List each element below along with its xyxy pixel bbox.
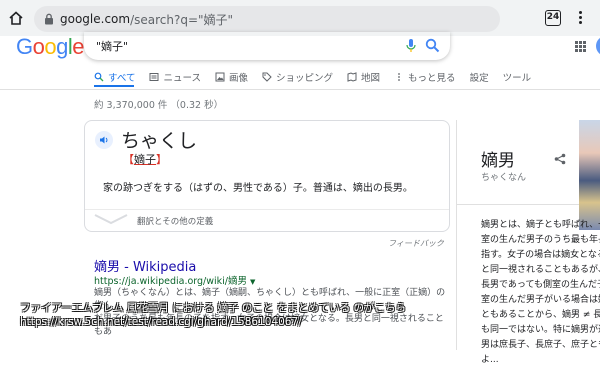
- tab-more[interactable]: もっと見る: [394, 68, 456, 86]
- bracket-close: 】: [156, 153, 167, 166]
- kp-line: 男は庶長子、長庶子、庶子とも: [481, 340, 600, 350]
- tab-label: ショッピング: [276, 73, 334, 84]
- result-url-text: https://ja.wikipedia.org/wiki/嫡男: [94, 276, 248, 287]
- tab-label: 画像: [229, 73, 249, 84]
- avatar[interactable]: [596, 36, 600, 56]
- tab-switcher-button[interactable]: 24: [545, 10, 561, 26]
- apps-grid-icon[interactable]: [575, 41, 587, 53]
- browser-toolbar: google.com/search?q="嫡子" 24: [0, 0, 600, 36]
- tab-shopping[interactable]: ショッピング: [262, 68, 333, 86]
- header-divider: [0, 89, 600, 90]
- tab-label: 地図: [361, 73, 381, 84]
- tab-settings[interactable]: 設定: [470, 68, 489, 86]
- more-definitions-link[interactable]: 翻訳とその他の定義: [137, 215, 213, 227]
- url-path: /search?q="嫡子": [130, 12, 234, 27]
- feedback-link[interactable]: フィードバック: [388, 238, 444, 249]
- chevron-down-icon[interactable]: [93, 213, 129, 225]
- kp-line: と同一視されることもあるが、: [481, 265, 600, 275]
- kp-line: 嫡男とは、嫡子とも呼ばれ、一般: [481, 220, 600, 230]
- dictionary-reading: ちゃくし: [121, 130, 198, 152]
- dictionary-card: ちゃくし 【嫡子】 家の跡つぎをする（はずの、男性である）子。普通は、嫡出の長男…: [84, 120, 450, 232]
- mic-icon[interactable]: [406, 39, 416, 53]
- tab-label: ツール: [502, 73, 532, 84]
- search-query: "嫡子": [96, 40, 129, 53]
- tab-label: ニュース: [163, 73, 201, 84]
- lock-icon: [45, 13, 53, 25]
- card-divider: [85, 209, 449, 210]
- kp-line: 室の生んだ男子のうち最も年長の: [481, 235, 600, 245]
- url-host: google.com: [60, 12, 131, 26]
- pronounce-button[interactable]: [95, 131, 113, 149]
- result-stats: 約 3,370,000 件 （0.32 秒）: [94, 100, 224, 111]
- dropdown-arrow-icon[interactable]: ▼: [250, 278, 255, 286]
- google-logo[interactable]: Google: [16, 34, 85, 60]
- kp-line: 指す。女子の場合は嫡女となる。: [481, 250, 600, 260]
- bracket-open: 【: [123, 153, 134, 166]
- dictionary-kanji: 【嫡子】: [123, 151, 167, 167]
- search-icon[interactable]: [425, 38, 440, 53]
- kp-line: 長男であっても側室の生んだ子: [481, 280, 600, 290]
- more-icon: [398, 73, 400, 81]
- kp-image[interactable]: [579, 120, 600, 230]
- tab-maps[interactable]: 地図: [347, 68, 380, 86]
- address-bar[interactable]: google.com/search?q="嫡子": [34, 6, 500, 32]
- tab-images[interactable]: 画像: [215, 68, 248, 86]
- kp-divider: [457, 204, 579, 205]
- tab-all[interactable]: すべて: [94, 68, 135, 86]
- news-icon: [149, 73, 159, 81]
- kp-line: も同一ではない。特に嫡男が選: [481, 325, 600, 335]
- search-input[interactable]: "嫡子": [84, 32, 450, 60]
- speaker-icon: [100, 136, 108, 144]
- overlay-caption: ファイアーエムブレム 風花雪月 における 嫡子 のこと をまとめている のがこち…: [20, 301, 406, 329]
- kp-subtitle: ちゃくなん: [481, 173, 527, 183]
- kp-line: ともあることから、嫡男 ≠ 長男: [481, 310, 600, 320]
- tab-tools[interactable]: ツール: [503, 68, 532, 86]
- search-icon: [94, 72, 104, 82]
- tab-label: すべて: [108, 73, 136, 84]
- caption-line: ファイアーエムブレム 風花雪月 における 嫡子 のこと をまとめている のがこち…: [20, 302, 407, 314]
- home-icon[interactable]: [8, 10, 24, 26]
- tag-icon: [262, 72, 272, 82]
- kp-line: よ...: [481, 355, 499, 365]
- active-tab-indicator: [94, 85, 134, 87]
- search-tabs: すべて ニュース 画像 ショッピング 地図 もっと見る 設定 ツール: [94, 68, 545, 86]
- kanji-link[interactable]: 嫡子: [134, 153, 156, 166]
- dictionary-definition: 家の跡つぎをする（はずの、男性である）子。普通は、嫡出の長男。: [103, 183, 413, 194]
- image-icon: [215, 72, 225, 82]
- result-url[interactable]: https://ja.wikipedia.org/wiki/嫡男 ▼: [94, 273, 255, 287]
- caption-url: https://krsw.5ch.net/test/read.cgi/ghard…: [20, 316, 302, 328]
- share-icon[interactable]: [554, 153, 566, 165]
- knowledge-panel: 嫡男 ちゃくなん 嫡男とは、嫡子とも呼ばれ、一般 室の生んだ男子のうち最も年長の…: [456, 120, 600, 365]
- kp-description: 嫡男とは、嫡子とも呼ばれ、一般 室の生んだ男子のうち最も年長の 指す。女子の場合…: [481, 218, 600, 368]
- kp-line: 室の生んだ男子がいる場合は嫡: [481, 295, 600, 305]
- menu-kebab-icon[interactable]: [577, 9, 583, 27]
- map-icon: [347, 72, 357, 82]
- tab-label: 設定: [469, 73, 489, 84]
- tab-label: もっと見る: [408, 73, 456, 84]
- kp-title: 嫡男: [481, 151, 515, 171]
- tab-news[interactable]: ニュース: [149, 68, 201, 86]
